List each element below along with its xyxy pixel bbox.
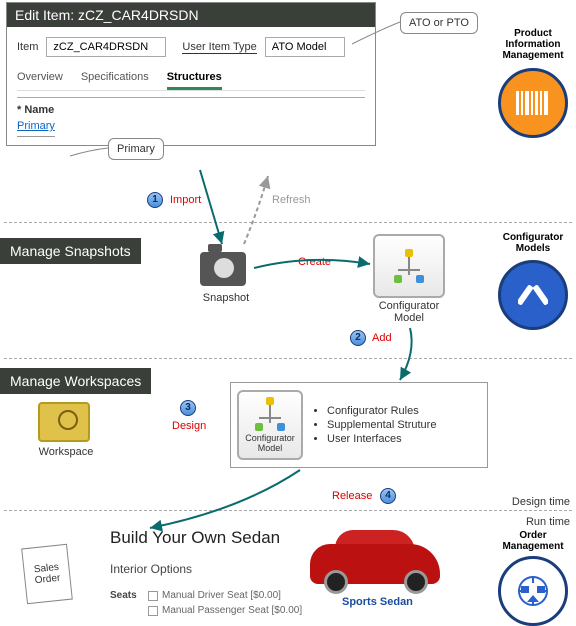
checkbox-icon[interactable] — [148, 606, 158, 616]
user-item-type-input[interactable] — [265, 37, 345, 57]
configurator-model-icon-2 — [253, 397, 287, 431]
workspace-detail: ConfiguratorModel Configurator Rules Sup… — [230, 382, 488, 468]
item-input[interactable] — [46, 37, 166, 57]
barcode-icon — [516, 91, 550, 115]
order-mgmt-icon — [513, 571, 553, 611]
checkbox-icon[interactable] — [148, 591, 158, 601]
section-manage-snapshots: Manage Snapshots — [0, 238, 141, 264]
divider-2 — [4, 358, 572, 359]
user-item-type-label: User Item Type — [182, 41, 256, 54]
label-add: Add — [372, 332, 392, 344]
badge-label-om: Order Management — [498, 530, 568, 552]
label-import: Import — [170, 194, 201, 206]
edit-item-card: Edit Item: zCZ_CAR4DRSDN Item User Item … — [6, 2, 376, 146]
badge-om — [498, 556, 568, 626]
badge-cm — [498, 260, 568, 330]
car-wheel-rear — [404, 570, 428, 594]
seat-option-2[interactable]: Manual Passenger Seat [$0.00] — [148, 605, 302, 616]
label-design: Design — [172, 420, 206, 432]
divider-1 — [4, 222, 572, 223]
badge-pim — [498, 68, 568, 138]
section-manage-workspaces: Manage Workspaces — [0, 368, 151, 394]
workspace-bullets: Configurator Rules Supplemental Struture… — [311, 403, 436, 447]
phase-design-time: Design time — [512, 496, 570, 508]
step-1: 1 — [147, 192, 163, 208]
label-release: Release — [332, 490, 372, 502]
workspace-caption: Workspace — [34, 446, 98, 458]
edit-item-body: Item User Item Type Overview Specificati… — [7, 27, 375, 145]
bullet-ui: User Interfaces — [327, 433, 436, 445]
phase-run-time: Run time — [526, 516, 570, 528]
callout-ato-pto: ATO or PTO — [400, 12, 478, 34]
configurator-model-box-2: ConfiguratorModel — [237, 390, 303, 460]
snapshot-caption: Snapshot — [198, 292, 254, 304]
label-create: Create — [298, 256, 331, 268]
car-wheel-front — [324, 570, 348, 594]
label-refresh: Refresh — [272, 194, 311, 206]
item-label: Item — [17, 41, 38, 53]
tools-icon — [518, 280, 548, 310]
configurator-model-caption-2: ConfiguratorModel — [245, 433, 295, 453]
tabs: Overview Specifications Structures — [17, 67, 365, 91]
seat-option-1[interactable]: Manual Driver Seat [$0.00] — [148, 590, 281, 601]
step-4: 4 — [380, 488, 396, 504]
configurator-model-box-1 — [373, 234, 445, 298]
seats-label: Seats — [110, 590, 137, 601]
bullet-structure: Supplemental Struture — [327, 419, 436, 431]
primary-link[interactable]: Primary — [17, 116, 55, 137]
name-column-header: * Name — [17, 97, 365, 116]
badge-label-pim: Product Information Management — [498, 28, 568, 61]
divider-3 — [4, 510, 572, 511]
edit-item-title: Edit Item: zCZ_CAR4DRSDN — [7, 3, 375, 27]
tab-overview[interactable]: Overview — [17, 67, 63, 90]
sales-order-card: Sales Order — [21, 544, 73, 605]
configurator-model-caption-1: ConfiguratorModel — [373, 300, 445, 324]
tab-structures[interactable]: Structures — [167, 67, 222, 90]
step-3: 3 — [180, 400, 196, 416]
tab-specifications[interactable]: Specifications — [81, 67, 149, 90]
bullet-rules: Configurator Rules — [327, 405, 436, 417]
interior-options: Interior Options — [110, 562, 192, 576]
badge-label-cm: Configurator Models — [498, 232, 568, 254]
step-2: 2 — [350, 330, 366, 346]
snapshot-icon — [200, 252, 246, 286]
build-title: Build Your Own Sedan — [110, 528, 280, 548]
car-label: Sports Sedan — [342, 596, 413, 608]
configurator-model-icon — [392, 249, 426, 283]
workspace-icon — [38, 402, 90, 442]
callout-primary: Primary — [108, 138, 164, 160]
